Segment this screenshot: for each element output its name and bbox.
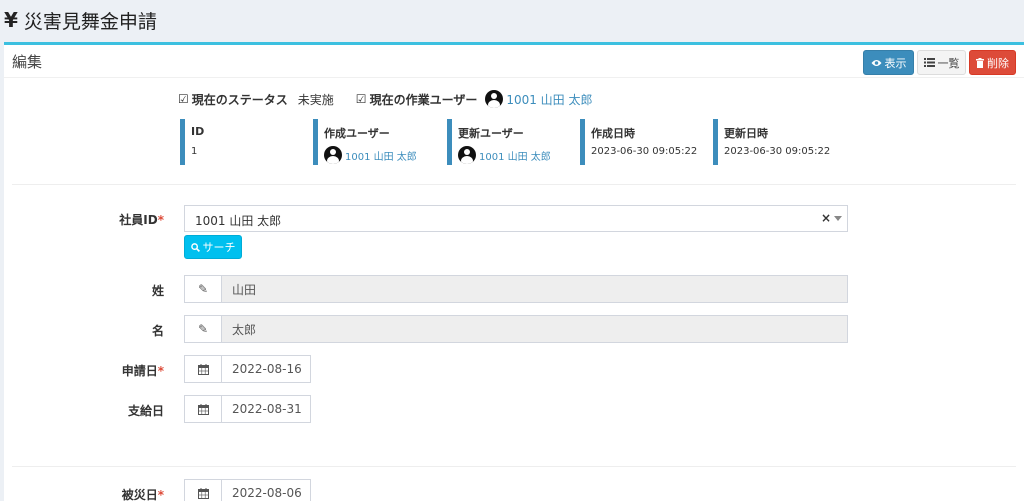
delete-button[interactable]: 削除 (969, 50, 1016, 75)
clear-icon[interactable]: × (821, 211, 831, 225)
calendar-icon[interactable] (185, 356, 222, 382)
user-avatar-icon (485, 90, 504, 108)
first-name-field: ✎ 太郎 (184, 315, 848, 343)
box-title: 編集 (12, 53, 43, 71)
pay-date-label: 支給日 (127, 404, 164, 418)
page-title: 災害見舞金申請 (23, 10, 157, 33)
first-name-label: 名 (151, 324, 164, 338)
status-row: ☑ 現在のステータス 未実施 ☑ 現在の作業ユーザー 1001 山田 太郎 (178, 90, 593, 108)
search-button-label: サーチ (202, 241, 236, 254)
apply-date-label: 申請日* (121, 364, 164, 378)
list-button-label: 一覧 (937, 56, 960, 70)
meta-label: 更新ユーザー (458, 127, 524, 140)
employee-select[interactable]: 1001 山田 太郎 × (184, 205, 848, 232)
current-user-link[interactable]: 1001 山田 太郎 (506, 91, 592, 108)
edit-box: 編集 表示 一覧 削除 ☑ 現在のステータス 未実施 ☑ 現在の作業ユーザー 1… (4, 42, 1024, 501)
calendar-icon[interactable] (185, 480, 222, 501)
meta-value: 1 (191, 146, 198, 157)
apply-date-input[interactable]: 2022-08-16 (184, 355, 311, 383)
employee-label: 社員ID* (119, 213, 164, 227)
search-icon (190, 242, 200, 252)
checkbox-icon: ☑ (178, 92, 189, 106)
current-user-label: 現在の作業ユーザー (369, 92, 478, 107)
meta-label: ID (191, 125, 205, 138)
apply-date-value: 2022-08-16 (232, 362, 302, 376)
first-name-value: 太郎 (222, 316, 847, 342)
eye-icon (871, 59, 881, 66)
view-button-label: 表示 (884, 56, 907, 70)
search-button[interactable]: サーチ (184, 235, 242, 259)
disaster-date-label: 被災日* (121, 488, 164, 501)
status-label: 現在のステータス (191, 92, 288, 107)
pay-date-value: 2022-08-31 (232, 402, 302, 416)
chevron-down-icon[interactable] (834, 216, 842, 221)
status-value: 未実施 (297, 92, 334, 107)
meta-created-at: 作成日時 2023-06-30 09:05:22 (580, 119, 708, 165)
divider (12, 184, 1016, 185)
meta-updated-at: 更新日時 2023-06-30 09:05:22 (713, 119, 841, 165)
last-name-value: 山田 (222, 276, 847, 302)
meta-label: 更新日時 (724, 127, 768, 140)
calendar-icon[interactable] (185, 396, 222, 422)
user-avatar-icon (458, 146, 476, 164)
employee-select-value: 1001 山田 太郎 (195, 214, 282, 228)
view-button[interactable]: 表示 (863, 50, 914, 75)
pay-date-input[interactable]: 2022-08-31 (184, 395, 311, 423)
box-header: 編集 表示 一覧 削除 (4, 45, 1024, 78)
disaster-date-value: 2022-08-06 (232, 486, 302, 500)
created-user-link[interactable]: 1001 山田 太郎 (345, 148, 417, 163)
list-button[interactable]: 一覧 (917, 50, 966, 75)
pencil-icon: ✎ (185, 276, 222, 302)
list-icon (923, 58, 935, 67)
delete-button-label: 削除 (987, 56, 1009, 70)
meta-created-user: 作成ユーザー 1001 山田 太郎 (313, 119, 441, 165)
meta-id: ID 1 (180, 119, 308, 165)
yen-icon: ¥ (4, 8, 18, 32)
page-header: ¥ 災害見舞金申請 (0, 0, 1024, 40)
checkbox-icon: ☑ (355, 92, 367, 106)
disaster-date-input[interactable]: 2022-08-06 (184, 479, 311, 501)
meta-label: 作成ユーザー (324, 127, 390, 140)
updated-user-link[interactable]: 1001 山田 太郎 (479, 148, 551, 163)
user-avatar-icon (324, 146, 342, 164)
trash-icon (976, 57, 984, 68)
last-name-label: 姓 (151, 284, 164, 298)
meta-label: 作成日時 (591, 127, 635, 140)
last-name-field: ✎ 山田 (184, 275, 848, 303)
pencil-icon: ✎ (185, 316, 222, 342)
divider (12, 466, 1016, 467)
meta-value: 2023-06-30 09:05:22 (724, 146, 831, 157)
meta-updated-user: 更新ユーザー 1001 山田 太郎 (447, 119, 575, 165)
meta-value: 2023-06-30 09:05:22 (591, 146, 698, 157)
